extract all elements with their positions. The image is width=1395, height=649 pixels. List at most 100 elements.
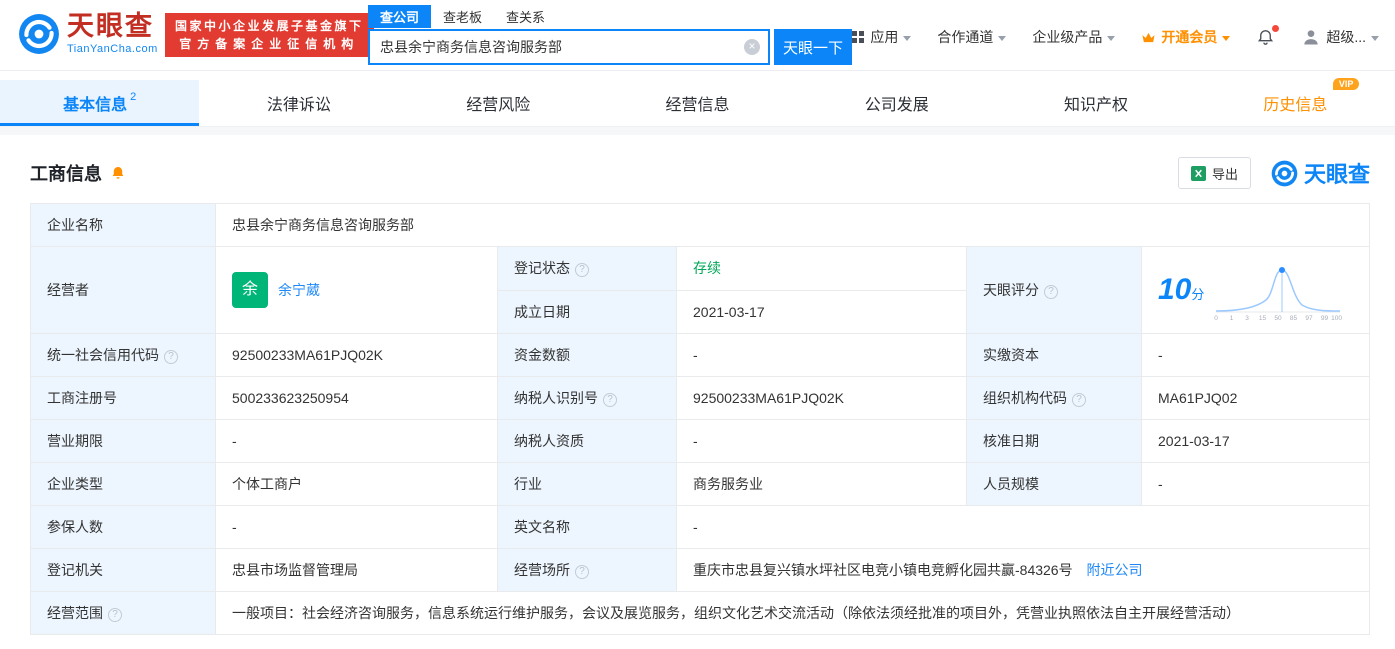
help-icon[interactable]: ? [108,608,122,622]
capital-value: - [676,333,967,377]
nav-membership-label: 开通会员 [1161,29,1218,45]
paid-capital-value: - [1141,333,1370,377]
help-icon[interactable]: ? [164,350,178,364]
help-icon[interactable]: ? [603,393,617,407]
reg-status-value: 存续 [676,246,967,291]
operator-label: 经营者 [30,246,216,334]
en-name-label: 英文名称 [497,505,677,549]
tab-label: 知识产权 [1064,97,1129,114]
watermark-logo-text: 天眼查 [1303,162,1370,187]
section-header: 工商信息 导出 天眼查 [30,157,1370,189]
tab-legal-proceedings[interactable]: 法律诉讼 [199,80,398,126]
approve-date-label: 核准日期 [966,419,1142,463]
staff-size-value: - [1141,462,1370,506]
score-unit: 分 [1191,287,1205,302]
search-block: 查公司 查老板 查关系 × 天眼一下 [368,5,852,65]
nav-cooperation[interactable]: 合作通道 [937,27,1007,47]
business-scope-value: 一般项目：社会经济咨询服务，信息系统运行维护服务，会议及展览服务，组织文化艺术交… [215,591,1370,635]
credit-code-label: 统一社会信用代码? [30,333,216,377]
help-icon[interactable]: ? [575,263,589,278]
address-label: 经营场所? [497,548,677,592]
subscribe-bell-icon[interactable] [110,165,126,181]
score-value-cell: 10分 0 1 3 15 50 85 97 99 100 [1141,246,1370,334]
grid-icon [852,31,865,43]
help-icon[interactable]: ? [1072,393,1086,407]
authority-value: 忠县市场监督管理局 [215,548,498,592]
org-code-label: 组织机构代码? [966,376,1142,420]
org-code-value: MA61PJQ02 [1141,376,1370,420]
table-row: 经营者 余 余宁葳 登记状态? 存续 天眼评分? 10分 0 1 3 15 50… [30,246,1370,334]
help-icon[interactable]: ? [1044,285,1058,299]
tab-intellectual-property[interactable]: 知识产权 [996,80,1195,126]
search-tab-company[interactable]: 查公司 [368,5,432,28]
search-button[interactable]: 天眼一下 [774,29,852,65]
table-row: 参保人数 - 英文名称 - [30,505,1370,549]
chevron-down-icon [1222,35,1231,41]
nav-enterprise-products-label: 企业级产品 [1032,29,1103,45]
tab-operating-risk[interactable]: 经营风险 [399,80,598,126]
score-label: 天眼评分? [966,246,1142,334]
search-tab-relation[interactable]: 查关系 [494,5,557,28]
bell-icon[interactable] [1256,24,1280,47]
staff-size-label: 人员规模 [966,462,1142,506]
company-name-value: 忠县余宁商务信息咨询服务部 [215,203,1370,247]
logo-cn: 天眼查 [67,11,154,41]
taxpayer-id-label: 纳税人识别号? [497,376,677,420]
tab-bar: 基本信息 2 法律诉讼 经营风险 经营信息 公司发展 知识产权 历史信息 VIP [0,78,1395,127]
help-icon[interactable]: ? [575,565,589,579]
tab-history-info[interactable]: 历史信息 VIP [1196,78,1395,126]
nearby-companies-link[interactable]: 附近公司 [1086,562,1142,578]
tab-company-development[interactable]: 公司发展 [797,80,996,126]
tab-label: 经营风险 [466,97,531,114]
tab-count-badge: 2 [130,91,137,103]
export-label: 导出 [1211,166,1238,182]
search-input[interactable] [368,29,770,65]
insured-value: - [215,505,498,549]
user-menu[interactable]: 超级... [1301,27,1379,47]
operator-avatar[interactable]: 余 [232,272,268,308]
table-row: 工商注册号 500233623250954 纳税人识别号? 92500233MA… [30,376,1370,420]
svg-text:85: 85 [1290,315,1298,322]
nav-cooperation-label: 合作通道 [937,29,994,45]
search-tab-boss[interactable]: 查老板 [431,5,494,28]
nav-apps[interactable]: 应用 [851,27,912,47]
top-nav: 应用 合作通道 企业级产品 开通会员 超级... [851,24,1379,47]
tab-operating-info[interactable]: 经营信息 [598,80,797,126]
svg-text:97: 97 [1306,315,1314,322]
crown-icon [1142,32,1155,42]
svg-text:0: 0 [1215,315,1219,322]
table-row: 登记机关 忠县市场监督管理局 经营场所? 重庆市忠县复兴镇水坪社区电竞小镇电竞孵… [30,548,1370,592]
svg-text:100: 100 [1332,315,1343,322]
watermark-logo[interactable]: 天眼查 [1271,157,1370,189]
export-button[interactable]: 导出 [1177,157,1251,189]
tab-basic-info[interactable]: 基本信息 2 [0,80,200,126]
table-row: 企业类型 个体工商户 行业 商务服务业 人员规模 - [30,462,1370,506]
operator-name-link[interactable]: 余宁葳 [278,280,320,300]
svg-text:1: 1 [1230,315,1234,322]
chevron-down-icon [1371,35,1379,41]
chevron-down-icon [1107,35,1116,41]
reg-no-value: 500233623250954 [215,376,498,420]
approve-date-value: 2021-03-17 [1141,419,1370,463]
nav-enterprise-products[interactable]: 企业级产品 [1032,27,1116,47]
table-row: 营业期限 - 纳税人资质 - 核准日期 2021-03-17 [30,419,1370,463]
taxpayer-qual-label: 纳税人资质 [497,419,677,463]
clear-icon[interactable]: × [744,39,760,55]
section-title: 工商信息 [30,164,102,184]
table-row: 企业名称 忠县余宁商务信息咨询服务部 [30,203,1370,247]
nav-membership[interactable]: 开通会员 [1141,27,1231,47]
term-value: - [215,419,498,463]
insured-label: 参保人数 [30,505,216,549]
en-name-value: - [676,505,1370,549]
business-scope-label: 经营范围? [30,591,216,635]
tab-label: 历史信息 [1263,97,1328,114]
tianyancha-logo[interactable]: 天眼查 TianYanCha.com [18,13,158,55]
capital-label: 资金数额 [497,333,677,377]
user-avatar-icon [1304,30,1318,45]
company-type-label: 企业类型 [30,462,216,506]
taxpayer-qual-value: - [676,419,967,463]
tab-label: 基本信息 [63,97,128,114]
logo-text: 天眼查 TianYanCha.com [67,11,158,56]
search-input-wrap: × [368,29,770,65]
chevron-down-icon [998,35,1007,41]
